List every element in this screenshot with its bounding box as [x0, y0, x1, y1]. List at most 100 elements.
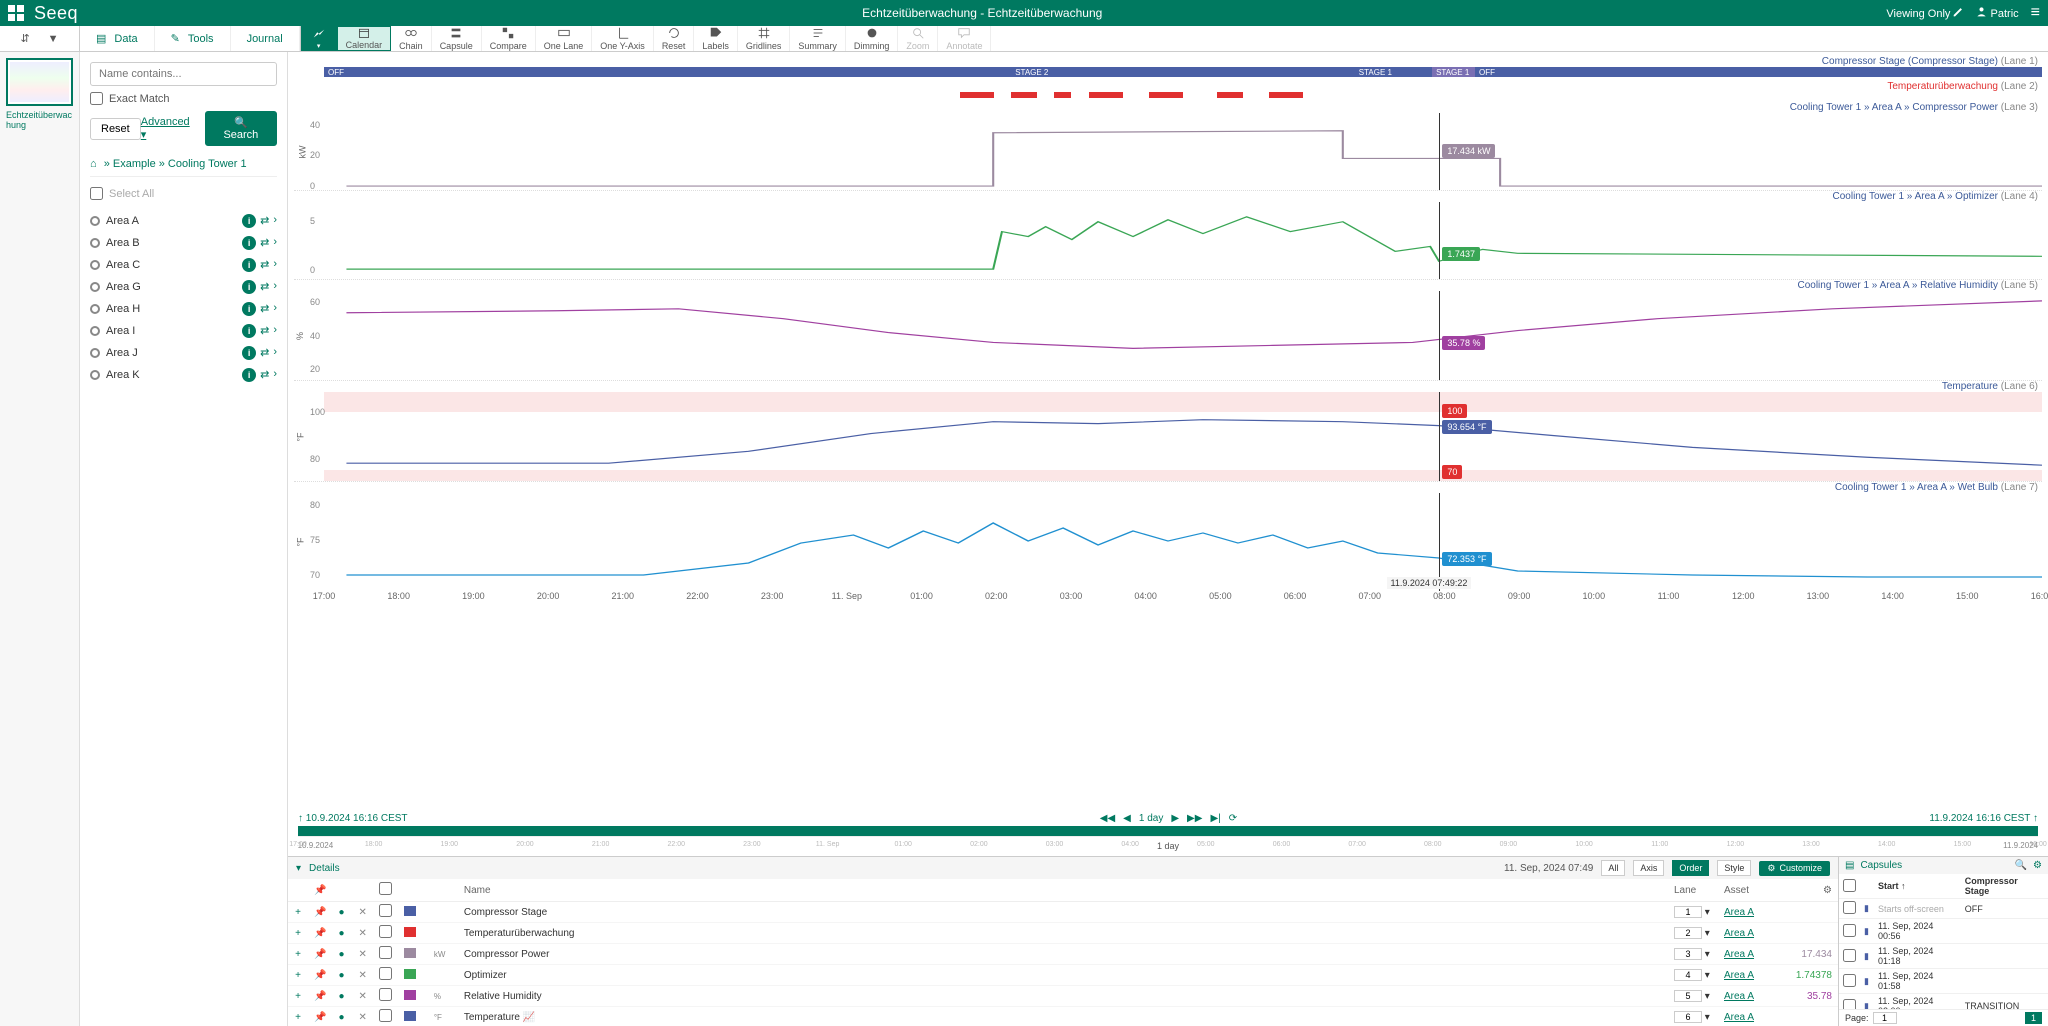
gridlines-button[interactable]: Gridlines: [738, 26, 791, 51]
step-now-button[interactable]: ▶|: [1210, 813, 1220, 824]
hamburger-icon[interactable]: ≡: [2031, 4, 2040, 22]
details-row[interactable]: +📌●✕%Relative Humidity ▾Area A35.78: [288, 986, 1838, 1007]
capsules-col-start[interactable]: Start ↑: [1874, 874, 1961, 899]
details-row[interactable]: +📌●✕Compressor Stage ▾Area A: [288, 902, 1838, 923]
dimming-button[interactable]: Dimming: [846, 26, 899, 51]
advanced-link[interactable]: Advanced ▾: [141, 116, 197, 141]
filter-icon[interactable]: ▼: [48, 33, 59, 45]
time-end[interactable]: 11.9.2024 16:16 CEST ↑: [1929, 813, 2038, 824]
stage-segment[interactable]: STAGE 2: [1011, 67, 1355, 77]
info-icon[interactable]: i: [242, 368, 256, 382]
chain-button[interactable]: Chain: [391, 26, 432, 51]
info-icon[interactable]: i: [242, 214, 256, 228]
info-icon[interactable]: i: [242, 324, 256, 338]
chevron-right-icon[interactable]: ›: [273, 236, 277, 250]
tab-tools[interactable]: ✎Tools: [155, 26, 231, 51]
info-icon[interactable]: i: [242, 280, 256, 294]
asset-item[interactable]: Area Ii⇄›: [90, 320, 277, 342]
select-all-checkbox[interactable]: Select All: [90, 183, 277, 204]
details-tab-order[interactable]: Order: [1672, 860, 1709, 876]
asset-item[interactable]: Area Bi⇄›: [90, 232, 277, 254]
capsule-row[interactable]: ▮11. Sep, 2024 02:00TRANSITION: [1839, 994, 2048, 1010]
compare-button[interactable]: Compare: [482, 26, 536, 51]
swap-icon[interactable]: ⇄: [260, 368, 269, 382]
details-tab-axis[interactable]: Axis: [1633, 860, 1664, 876]
onelane-button[interactable]: One Lane: [536, 26, 593, 51]
customize-button[interactable]: ⚙ Customize: [1759, 861, 1830, 876]
chevron-right-icon[interactable]: ›: [273, 346, 277, 360]
capsule-row[interactable]: ▮11. Sep, 2024 00:56: [1839, 919, 2048, 944]
calendar-button[interactable]: Calendar: [337, 26, 392, 51]
asset-item[interactable]: Area Ji⇄›: [90, 342, 277, 364]
humidity-lane[interactable]: % 60 40 20 35.78 %: [294, 291, 2042, 381]
stage-segment[interactable]: OFF: [324, 67, 1011, 77]
chevron-right-icon[interactable]: ›: [273, 368, 277, 382]
apps-menu-icon[interactable]: [8, 5, 24, 21]
asset-item[interactable]: Area Ci⇄›: [90, 254, 277, 276]
chevron-right-icon[interactable]: ›: [273, 302, 277, 316]
chart-mode-button[interactable]: ▾: [301, 26, 337, 51]
chevron-right-icon[interactable]: ›: [273, 214, 277, 228]
time-start[interactable]: ↑ 10.9.2024 16:16 CEST: [298, 813, 408, 824]
summary-button[interactable]: Summary: [790, 26, 846, 51]
asset-item[interactable]: Area Gi⇄›: [90, 276, 277, 298]
capsules-search-icon[interactable]: 🔍: [2015, 860, 2027, 871]
details-selectall-checkbox[interactable]: [379, 882, 392, 895]
exact-match-checkbox[interactable]: Exact Match: [90, 92, 277, 105]
capsule-row[interactable]: ▮11. Sep, 2024 01:58: [1839, 969, 2048, 994]
step-fwd-button[interactable]: ▶: [1171, 813, 1179, 824]
sort-icon[interactable]: ⇵: [20, 32, 29, 45]
details-row[interactable]: +📌●✕kWCompressor Power ▾Area A17.434: [288, 944, 1838, 965]
details-tab-style[interactable]: Style: [1717, 860, 1751, 876]
info-icon[interactable]: i: [242, 302, 256, 316]
minimap[interactable]: 10.9.2024 1 day 11.9.2024 17:0018:0019:0…: [298, 836, 2038, 856]
search-input[interactable]: [90, 62, 277, 86]
swap-icon[interactable]: ⇄: [260, 346, 269, 360]
time-scrollbar[interactable]: [298, 826, 2038, 836]
capsules-collapse-icon[interactable]: ▤: [1845, 860, 1854, 871]
chevron-right-icon[interactable]: ›: [273, 280, 277, 294]
page-input[interactable]: [1873, 1012, 1897, 1024]
info-icon[interactable]: i: [242, 346, 256, 360]
capsule-row[interactable]: ▮11. Sep, 2024 01:18: [1839, 944, 2048, 969]
viewing-mode-badge[interactable]: Viewing Only: [1886, 6, 1964, 20]
wetbulb-lane[interactable]: °F 80 75 70 72.353 °F 11.9.2024 07:49:22: [294, 493, 2042, 591]
swap-icon[interactable]: ⇄: [260, 214, 269, 228]
asset-item[interactable]: Area Ai⇄›: [90, 210, 277, 232]
stage-segment[interactable]: STAGE 1: [1432, 67, 1475, 77]
swap-icon[interactable]: ⇄: [260, 324, 269, 338]
capsules-selectall[interactable]: [1843, 879, 1856, 892]
collapse-icon[interactable]: ▾: [296, 863, 301, 874]
reset-search-button[interactable]: Reset: [90, 118, 141, 140]
chevron-right-icon[interactable]: ›: [273, 324, 277, 338]
time-range[interactable]: 1 day: [1139, 813, 1163, 824]
swap-icon[interactable]: ⇄: [260, 236, 269, 250]
power-lane[interactable]: kW 40 20 0 17.434 kW: [294, 113, 2042, 191]
step-back-fast-button[interactable]: ◀◀: [1100, 813, 1115, 824]
labels-button[interactable]: Labels: [694, 26, 738, 51]
stage-segment[interactable]: STAGE 1: [1355, 67, 1432, 77]
reset-button[interactable]: Reset: [654, 26, 695, 51]
tab-data[interactable]: ▤Data: [80, 26, 155, 51]
info-icon[interactable]: i: [242, 236, 256, 250]
capsules-settings-icon[interactable]: ⚙: [2033, 860, 2042, 871]
capsule-button[interactable]: Capsule: [432, 26, 482, 51]
chevron-right-icon[interactable]: ›: [273, 258, 277, 272]
optimizer-lane[interactable]: 5 0 1.7437: [294, 202, 2042, 280]
tempmon-lane[interactable]: [324, 92, 2042, 102]
user-menu[interactable]: Patric: [1976, 6, 2018, 20]
details-tab-all[interactable]: All: [1601, 860, 1625, 876]
col-name[interactable]: Name: [458, 879, 1668, 902]
swap-icon[interactable]: ⇄: [260, 258, 269, 272]
capsule-row[interactable]: ▮Starts off-screenOFF: [1839, 899, 2048, 919]
oneyaxis-button[interactable]: One Y-Axis: [592, 26, 654, 51]
swap-icon[interactable]: ⇄: [260, 280, 269, 294]
asset-item[interactable]: Area Ki⇄›: [90, 364, 277, 386]
refresh-button[interactable]: ⟳: [1229, 813, 1237, 824]
stage-lane[interactable]: OFFSTAGE 2STAGE 1STAGE 1OFF: [324, 67, 2042, 81]
info-icon[interactable]: i: [242, 258, 256, 272]
home-icon[interactable]: ⌂: [90, 158, 97, 170]
col-lane[interactable]: Lane: [1668, 879, 1718, 902]
tab-journal[interactable]: Journal: [231, 26, 300, 51]
temperature-lane[interactable]: °F 100 80 100 93.654 °F 70: [294, 392, 2042, 482]
